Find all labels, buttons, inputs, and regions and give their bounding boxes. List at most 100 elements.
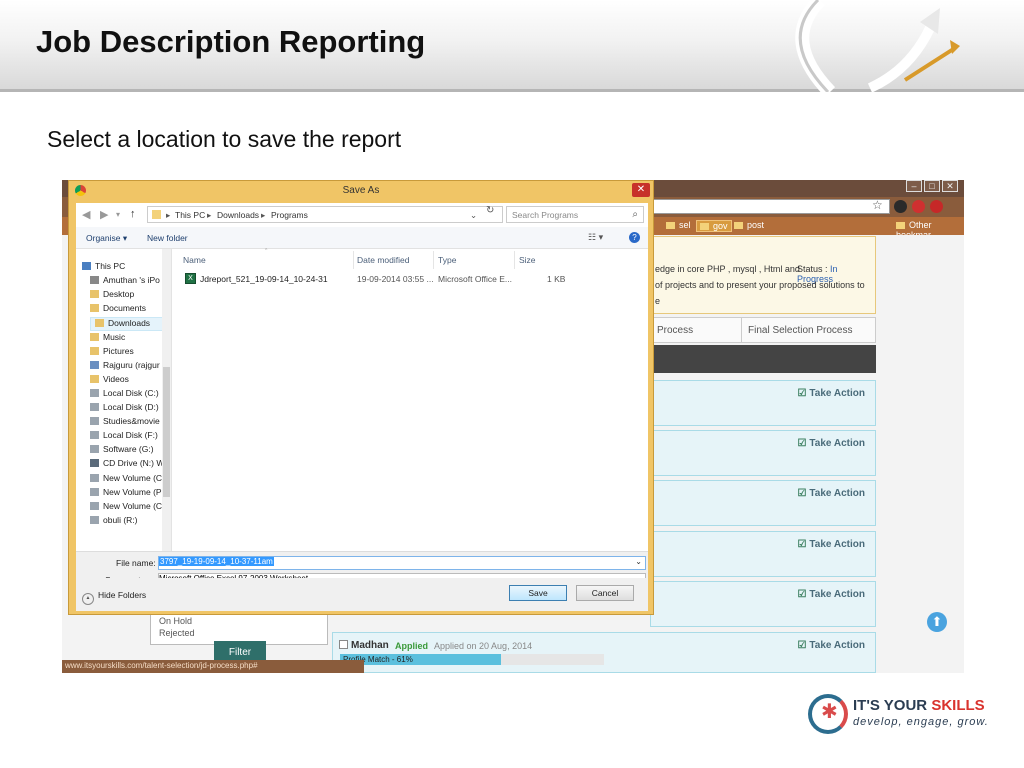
filter-item-rejected[interactable]: Rejected <box>159 628 195 638</box>
nav-item[interactable]: Amuthan 's iPo <box>90 275 160 289</box>
candidate-name[interactable]: Madhan <box>351 640 389 651</box>
breadcrumb-this-pc[interactable]: This PC <box>175 210 205 220</box>
up-arrow-icon[interactable]: ↑ <box>130 208 136 220</box>
minimize-icon[interactable]: – <box>906 180 922 192</box>
nav-item[interactable]: Local Disk (D:) <box>90 402 159 416</box>
file-name-input[interactable]: 3797_19-19-09-14_10-37-11am ⌄ <box>158 556 646 570</box>
nav-item[interactable]: Software (G:) <box>90 444 154 458</box>
computer-icon <box>82 262 91 270</box>
file-name-value: 3797_19-19-09-14_10-37-11am <box>159 557 274 566</box>
extension-icon[interactable] <box>894 200 907 213</box>
views-icon[interactable]: ☷ ▾ <box>588 232 603 243</box>
file-row[interactable]: X Jdreport_521_19-09-14_10-24-31 19-09-2… <box>179 271 649 287</box>
filter-item-on-hold[interactable]: On Hold <box>159 616 192 626</box>
take-action-button[interactable]: Take Action <box>797 589 865 600</box>
cancel-button[interactable]: Cancel <box>576 585 634 601</box>
drive-icon <box>90 431 99 440</box>
nav-item[interactable]: New Volume (C <box>90 473 162 487</box>
forward-icon[interactable]: ▶ <box>100 208 108 221</box>
help-icon[interactable]: ? <box>629 232 640 243</box>
folder-icon <box>90 346 99 355</box>
drive-icon <box>90 388 99 397</box>
nav-item[interactable]: CD Drive (N:) W <box>90 458 164 472</box>
search-input[interactable]: Search Programs ⌕ <box>506 206 644 223</box>
bookmark-post[interactable]: post <box>734 220 764 230</box>
opera-icon[interactable] <box>912 200 925 213</box>
bookmark-star-icon[interactable]: ☆ <box>872 198 883 212</box>
organise-button[interactable]: Organise ▾ <box>86 233 127 244</box>
candidate-card: Take Action <box>650 380 876 426</box>
nav-item[interactable]: Local Disk (C:) <box>90 388 159 402</box>
take-action-button[interactable]: Take Action <box>797 539 865 550</box>
cd-icon <box>90 459 99 468</box>
folder-icon <box>90 332 99 341</box>
nav-item[interactable]: Videos <box>90 374 129 388</box>
recent-dropdown-icon[interactable]: ▾ <box>116 210 120 219</box>
nav-item[interactable]: Studies&movie <box>90 416 160 430</box>
slide-title: Job Description Reporting <box>36 24 426 59</box>
take-action-button[interactable]: Take Action <box>797 388 865 399</box>
nav-item[interactable]: New Volume (C <box>90 501 162 515</box>
file-name-label: File name: <box>116 558 156 568</box>
dialog-close-button[interactable]: ✕ <box>632 183 650 197</box>
chevron-down-icon[interactable]: ⌄ <box>635 557 642 566</box>
breadcrumb[interactable]: ▸ This PC ▸ Downloads ▸ Programs ⌄ <box>147 206 503 223</box>
nav-scroll-thumb[interactable] <box>163 367 170 497</box>
status-label-text: Status : <box>797 264 828 274</box>
nav-item[interactable]: Local Disk (F:) <box>90 430 158 444</box>
dialog-title: Save As <box>342 185 380 196</box>
scroll-top-icon[interactable]: ⬆ <box>927 612 947 632</box>
nav-item[interactable]: Desktop <box>90 289 134 303</box>
file-type: Microsoft Office E... <box>438 274 513 284</box>
logo-tagline: develop, engage, grow. <box>853 716 989 728</box>
drive-icon <box>90 515 99 524</box>
nav-scrollbar[interactable] <box>162 249 171 551</box>
logo-brand-a: IT'S YOUR <box>853 697 932 714</box>
take-action-button[interactable]: Take Action <box>797 438 865 449</box>
chevron-down-icon[interactable]: ⌄ <box>470 210 477 221</box>
tab-final-selection[interactable]: Final Selection Process <box>741 317 876 343</box>
folder-icon <box>90 290 99 299</box>
drive-icon <box>90 501 99 510</box>
breadcrumb-downloads[interactable]: Downloads <box>217 210 259 220</box>
new-folder-button[interactable]: New folder <box>147 233 188 243</box>
breadcrumb-programs[interactable]: Programs <box>271 210 308 220</box>
nav-item-label: Music <box>103 331 126 342</box>
take-action-button[interactable]: Take Action <box>797 488 865 499</box>
drive-icon <box>90 473 99 482</box>
save-button[interactable]: Save <box>509 585 567 601</box>
nav-item[interactable]: New Volume (P <box>90 487 162 501</box>
nav-item[interactable]: Music <box>90 332 125 346</box>
search-icon[interactable]: ⌕ <box>632 209 638 220</box>
column-separator <box>353 251 354 269</box>
back-icon[interactable]: ◀ <box>82 208 90 221</box>
dialog-body: ◀ ▶ ▾ ↑ ▸ This PC ▸ Downloads ▸ Programs… <box>76 203 648 611</box>
nav-item[interactable]: Downloads <box>90 317 171 332</box>
maximize-icon[interactable]: □ <box>924 180 940 192</box>
refresh-icon[interactable]: ↻ <box>486 205 494 216</box>
job-info-box: edge in core PHP , mysql , Html and Stat… <box>650 236 876 314</box>
bookmark-gov[interactable]: gov <box>696 220 732 232</box>
nav-item[interactable]: Pictures <box>90 346 134 360</box>
nav-item[interactable]: Rajguru (rajgur <box>90 360 160 374</box>
adblock-icon[interactable] <box>930 200 943 213</box>
file-name[interactable]: Jdreport_521_19-09-14_10-24-31 <box>200 274 328 284</box>
nav-item[interactable]: Documents <box>90 303 146 317</box>
nav-item[interactable]: obuli (R:) <box>90 515 137 529</box>
dialog-titlebar[interactable]: Save As ✕ <box>69 181 653 201</box>
nav-item-label: Local Disk (D:) <box>103 402 159 412</box>
nav-item[interactable]: This PC <box>82 261 125 275</box>
column-size[interactable]: Size <box>519 255 536 265</box>
nav-item-label: New Volume (C <box>103 472 163 483</box>
candidate-checkbox[interactable] <box>339 640 348 649</box>
take-action-button[interactable]: Take Action <box>797 640 865 651</box>
close-window-icon[interactable]: ✕ <box>942 180 958 192</box>
hide-folders-button[interactable]: Hide Folders <box>82 590 146 605</box>
column-date-modified[interactable]: Date modified <box>357 255 409 265</box>
column-type[interactable]: Type <box>438 255 456 265</box>
address-bar[interactable] <box>652 199 890 214</box>
bookmark-sel[interactable]: sel <box>666 220 691 230</box>
tab-process[interactable]: Process <box>650 317 742 343</box>
column-name[interactable]: Name <box>183 255 206 265</box>
breadcrumb-separator: ▸ <box>261 210 266 220</box>
